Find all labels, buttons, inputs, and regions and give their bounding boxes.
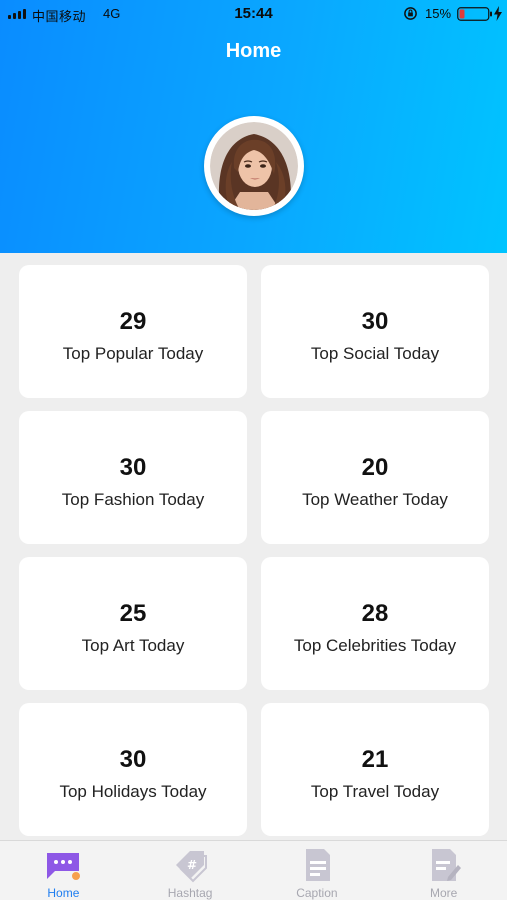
- charging-bolt-icon: [494, 6, 502, 21]
- card-top-holidays[interactable]: 30 Top Holidays Today: [19, 703, 247, 836]
- profile-avatar[interactable]: [204, 116, 304, 216]
- card-count: 30: [119, 453, 147, 481]
- card-top-popular[interactable]: 29 Top Popular Today: [19, 265, 247, 398]
- battery-percent: 15%: [425, 6, 452, 21]
- card-count: 20: [361, 453, 389, 481]
- card-label: Top Art Today: [81, 635, 185, 655]
- card-top-celebrities[interactable]: 28 Top Celebrities Today: [261, 557, 489, 690]
- tab-label: Home: [47, 886, 80, 900]
- card-label: Top Social Today: [310, 343, 440, 363]
- tab-more[interactable]: More: [380, 841, 507, 900]
- card-count: 28: [361, 599, 389, 627]
- avatar-photo: [210, 122, 298, 210]
- status-bar: 中国移动 4G 15:44 15%: [0, 0, 507, 28]
- card-count: 29: [119, 307, 147, 335]
- hashtag-tag-icon: #: [176, 851, 208, 883]
- card-label: Top Holidays Today: [59, 781, 207, 801]
- home-screen: 中国移动 4G 15:44 15% Home 29 Top Popular To…: [0, 0, 507, 900]
- card-label: Top Celebrities Today: [293, 635, 457, 655]
- card-top-art[interactable]: 25 Top Art Today: [19, 557, 247, 690]
- document-icon: [305, 849, 330, 881]
- rotation-lock-icon: [404, 7, 417, 20]
- tab-caption[interactable]: Caption: [254, 841, 381, 900]
- card-count: 30: [361, 307, 389, 335]
- tab-label: Hashtag: [167, 886, 213, 900]
- card-top-travel[interactable]: 21 Top Travel Today: [261, 703, 489, 836]
- card-count: 30: [119, 745, 147, 773]
- chat-bubble-icon: [47, 853, 81, 880]
- tab-bar: Home # Hashtag Caption More: [0, 840, 507, 900]
- card-top-fashion[interactable]: 30 Top Fashion Today: [19, 411, 247, 544]
- svg-text:#: #: [187, 858, 197, 872]
- card-count: 21: [361, 745, 389, 773]
- tab-home[interactable]: Home: [0, 841, 127, 900]
- card-top-social[interactable]: 30 Top Social Today: [261, 265, 489, 398]
- category-grid: 29 Top Popular Today 30 Top Social Today…: [19, 265, 489, 836]
- card-top-weather[interactable]: 20 Top Weather Today: [261, 411, 489, 544]
- page-title: Home: [225, 40, 282, 62]
- tab-hashtag[interactable]: # Hashtag: [127, 841, 254, 900]
- edit-document-icon: [431, 849, 461, 881]
- battery-icon: [457, 7, 492, 21]
- tab-label: Caption: [296, 886, 338, 900]
- card-label: Top Travel Today: [310, 781, 440, 801]
- card-count: 25: [119, 599, 147, 627]
- card-label: Top Fashion Today: [61, 489, 205, 509]
- tab-label: More: [429, 886, 458, 900]
- card-label: Top Weather Today: [302, 489, 448, 509]
- card-label: Top Popular Today: [62, 343, 204, 363]
